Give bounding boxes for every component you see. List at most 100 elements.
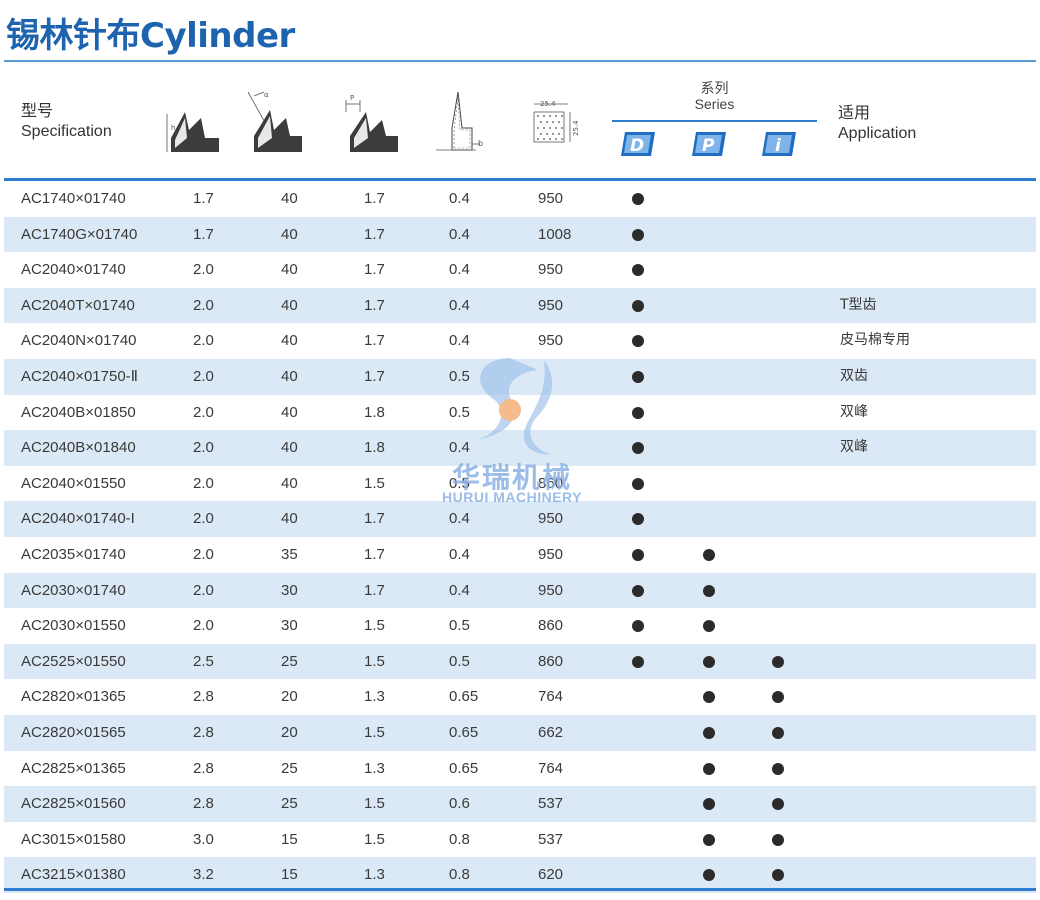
- pitch-cell: 1.7: [364, 225, 385, 243]
- height-cell: 2.8: [193, 688, 214, 706]
- angle-cell: 40: [281, 190, 298, 207]
- series-p-label: P: [702, 136, 715, 156]
- series-d-dot: [632, 299, 644, 312]
- table-row: AC2030×01740 2.0 30 1.7 0.4 950: [4, 572, 1036, 609]
- base-cell: 0.5: [449, 617, 470, 635]
- table-row: AC1740G×01740 1.7 40 1.7 0.4 1008: [4, 216, 1036, 253]
- pitch-cell: 1.7: [364, 510, 385, 528]
- application-header-en: Application: [838, 125, 917, 142]
- height-cell: 1.7: [193, 190, 214, 207]
- pitch-cell: 1.8: [364, 439, 385, 457]
- height-cell: 2.0: [193, 332, 214, 350]
- base-cell: 0.8: [449, 830, 470, 848]
- tooth-angle-icon: α: [247, 91, 302, 152]
- bottom-rule: [4, 888, 1036, 891]
- density-cell: 860: [538, 652, 564, 670]
- spec-cell: AC2035×01740: [21, 545, 126, 563]
- pitch-cell: 1.5: [364, 830, 385, 848]
- application-header-cn: 适用: [838, 105, 871, 122]
- angle-cell: 20: [281, 723, 298, 741]
- height-cell: 2.0: [193, 474, 214, 492]
- spec-cell: AC2820×01565: [21, 723, 126, 741]
- pitch-cell: 1.5: [364, 652, 385, 670]
- density-cell: 1008: [538, 225, 572, 243]
- series-d-dot: [632, 228, 644, 241]
- application-cell: 双峰: [840, 403, 868, 420]
- application-cell: T型齿: [840, 296, 877, 313]
- table-row: AC2040×01740-I 2.0 40 1.7 0.4 950: [4, 501, 1036, 537]
- series-i-dot: [772, 798, 784, 811]
- dim-w-label: 25.4: [540, 100, 556, 108]
- pitch-cell: 1.7: [364, 190, 385, 207]
- series-d-dot: [632, 406, 644, 419]
- angle-cell: 40: [281, 510, 298, 528]
- base-cell: 0.4: [449, 439, 470, 457]
- angle-cell: 40: [281, 296, 298, 314]
- pitch-cell: 1.7: [364, 261, 385, 279]
- series-p-dot: [703, 548, 715, 561]
- series-i-dot: [772, 655, 784, 668]
- tooth-pitch-icon: P: [345, 94, 398, 152]
- base-cell: 0.4: [449, 190, 470, 207]
- angle-cell: 40: [281, 261, 298, 279]
- application-header: 适用 Application: [838, 104, 916, 144]
- application-cell: 皮马棉专用: [840, 332, 910, 349]
- application-cell: 双峰: [840, 439, 868, 456]
- spec-cell: AC2825×01560: [21, 795, 126, 813]
- base-cell: 0.6: [449, 795, 470, 813]
- series-p-dot: [703, 691, 715, 704]
- table-row: AC2820×01565 2.8 20 1.5 0.65 662: [4, 714, 1036, 751]
- series-i-dot: [772, 762, 784, 775]
- height-cell: 2.0: [193, 296, 214, 314]
- height-cell: 2.8: [193, 723, 214, 741]
- series-header-cn: 系列: [700, 80, 729, 96]
- table-row: AC2825×01560 2.8 25 1.5 0.6 537: [4, 786, 1036, 822]
- angle-cell: 30: [281, 581, 298, 599]
- series-i-badge: i: [762, 132, 796, 156]
- height-cell: 2.0: [193, 367, 214, 385]
- base-cell: 0.65: [449, 723, 479, 741]
- series-header-en: Series: [694, 96, 735, 112]
- series-p-badge: P: [692, 132, 726, 156]
- angle-cell: 40: [281, 474, 298, 492]
- series-d-dot: [632, 264, 644, 277]
- pitch-cell: 1.5: [364, 795, 385, 813]
- base-cell: 0.5: [449, 367, 470, 385]
- spec-cell: AC2825×01365: [21, 759, 126, 777]
- dim-a-label: α: [264, 91, 269, 99]
- spec-cell: AC2030×01550: [21, 617, 126, 635]
- series-p-dot: [703, 762, 715, 775]
- density-cell: 950: [538, 296, 564, 314]
- height-cell: 2.8: [193, 759, 214, 777]
- base-cell: 0.4: [449, 332, 470, 350]
- series-d-dot: [632, 370, 644, 383]
- height-cell: 2.0: [193, 261, 214, 279]
- series-underline: [612, 120, 817, 122]
- density-cell: 950: [538, 581, 564, 599]
- series-p-dot: [703, 798, 715, 811]
- base-cell: 0.65: [449, 759, 479, 777]
- spec-cell: AC2040×01740: [21, 261, 126, 279]
- spec-cell: AC2040N×01740: [21, 332, 137, 350]
- height-cell: 2.0: [193, 439, 214, 457]
- pitch-cell: 1.5: [364, 617, 385, 635]
- table-row: AC2030×01550 2.0 30 1.5 0.5 860: [4, 608, 1036, 644]
- series-p-dot: [703, 726, 715, 739]
- spec-header-en: Specification: [21, 123, 112, 140]
- angle-cell: 30: [281, 617, 298, 635]
- density-cell: 764: [538, 688, 564, 706]
- base-cell: 0.5: [449, 652, 470, 670]
- height-cell: 1.7: [193, 225, 214, 243]
- spec-cell: AC2820×01365: [21, 688, 126, 706]
- base-cell: 0.5: [449, 403, 470, 421]
- pitch-cell: 1.7: [364, 332, 385, 350]
- series-header: 系列 Series: [612, 80, 817, 112]
- series-p-dot: [703, 869, 715, 882]
- base-cell: 0.4: [449, 261, 470, 279]
- tooth-base-icon: b: [436, 91, 483, 151]
- height-cell: 2.0: [193, 403, 214, 421]
- base-cell: 0.4: [449, 225, 470, 243]
- angle-cell: 40: [281, 403, 298, 421]
- series-d-dot: [632, 548, 644, 561]
- spec-cell: AC2525×01550: [21, 652, 126, 670]
